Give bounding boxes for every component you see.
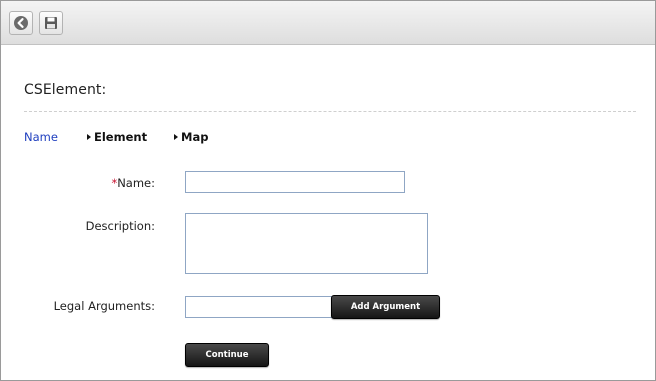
tab-map[interactable]: Map	[174, 130, 208, 144]
name-input[interactable]	[185, 171, 405, 193]
caret-right-icon	[87, 134, 91, 140]
tab-element[interactable]: Element	[87, 130, 147, 144]
description-textarea[interactable]	[185, 213, 428, 274]
save-button[interactable]	[39, 11, 63, 35]
tab-map-label: Map	[181, 130, 209, 144]
add-argument-button[interactable]: Add Argument	[331, 295, 440, 319]
app-frame: CSElement: Name Element Map *Name: Descr…	[0, 0, 656, 381]
name-label: *Name:	[111, 176, 155, 190]
tab-name-label: Name	[24, 130, 58, 144]
save-disk-icon	[45, 17, 57, 29]
description-label: Description:	[85, 219, 155, 233]
title-divider	[24, 111, 636, 112]
back-arrow-icon	[14, 16, 28, 30]
page-title: CSElement:	[24, 82, 107, 98]
back-button[interactable]	[9, 11, 33, 35]
caret-right-icon	[174, 134, 178, 140]
legal-arguments-label: Legal Arguments:	[53, 299, 155, 313]
toolbar	[1, 1, 655, 45]
legal-arguments-input[interactable]	[185, 296, 333, 318]
tab-name[interactable]: Name	[24, 130, 58, 144]
tab-element-label: Element	[94, 130, 148, 144]
continue-button[interactable]: Continue	[185, 343, 269, 367]
name-label-text: Name:	[117, 176, 155, 190]
